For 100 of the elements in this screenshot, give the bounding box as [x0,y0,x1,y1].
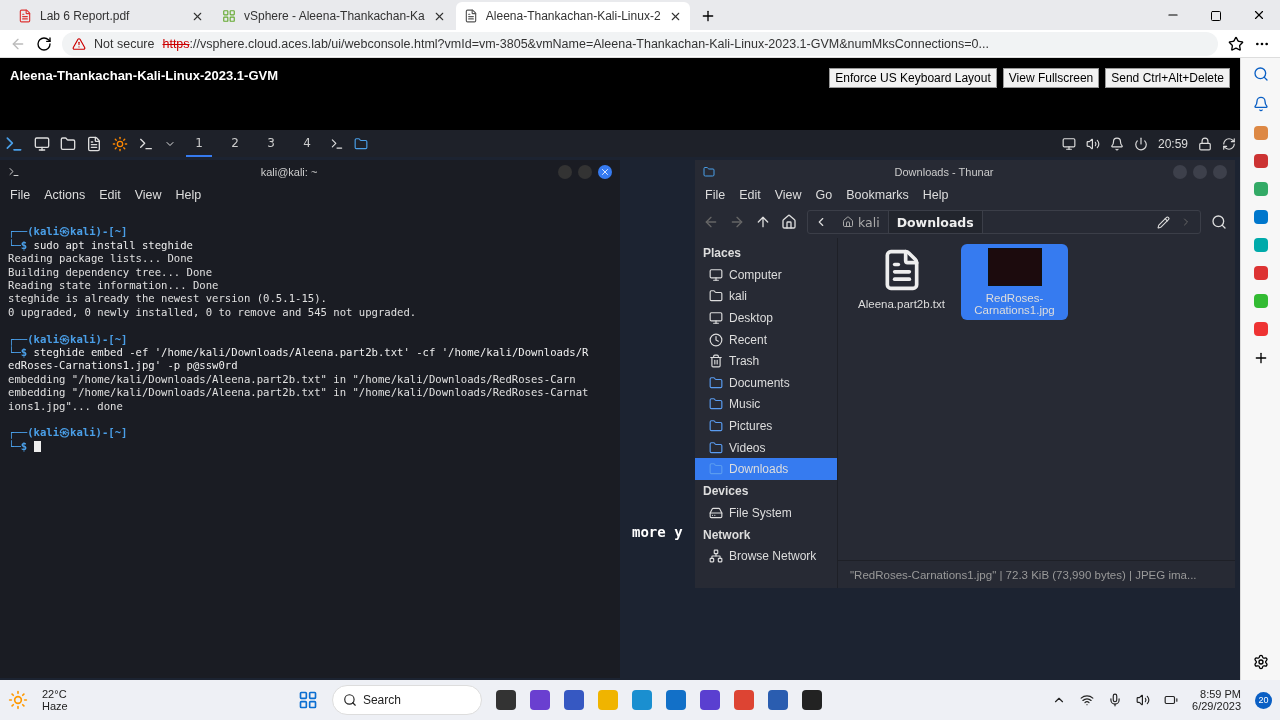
bell-icon[interactable] [1109,136,1124,151]
place-item[interactable]: File System [695,501,837,524]
console-title: Aleena-Thankachan-Kali-Linux-2023.1-GVM [10,68,278,83]
place-item[interactable]: Browse Network [695,545,837,568]
folder-icon [709,440,723,455]
console-button[interactable]: View Fullscreen [1002,68,1100,88]
editor-icon[interactable] [86,135,102,152]
document-tile[interactable]: Aleena.part2b.txt [848,244,955,314]
sidebar-app-icon[interactable] [1253,182,1268,196]
menu-item[interactable]: Help [922,188,949,202]
sidebar-app-icon[interactable] [1253,266,1268,280]
close-icon [600,167,610,177]
folder-icon [709,397,723,412]
warning-icon [72,36,86,51]
power-icon[interactable] [1133,136,1148,151]
output-line: Building dependency tree... Done [8,265,214,279]
search-icon[interactable] [1252,66,1269,82]
browser-tab[interactable]: vSphere - Aleena-Thankachan-Ka [214,2,454,30]
back-icon[interactable] [703,214,719,230]
sidebar-app-icon[interactable] [1253,322,1268,336]
place-item[interactable]: Videos [695,436,837,459]
path-crumb[interactable]: Downloads [888,211,983,233]
microphone-icon[interactable] [1108,693,1123,707]
folder-icon [709,418,723,433]
output-line: Reading package lists... Done [8,252,194,266]
menu-item[interactable]: Go [815,188,833,202]
workspace-button[interactable]: 2 [222,130,248,157]
menu-item[interactable]: File [10,188,31,202]
place-item[interactable]: Trash [695,350,837,372]
folder-task-icon[interactable] [354,136,368,151]
network-icon[interactable] [1080,693,1095,707]
close-icon[interactable] [1252,8,1266,22]
taskbar-app-icon[interactable] [801,690,822,710]
workspace-button[interactable]: 1 [186,130,212,157]
prompt-line: ┌──(kali㉿kali)-[~] [8,426,129,440]
display-icon[interactable] [1061,136,1076,151]
output-line: steghide is already the newest version (0.5.1-15). [8,292,328,306]
lock-icon[interactable] [1198,136,1212,151]
favorite-icon[interactable] [1228,35,1244,52]
battery-icon[interactable] [1164,693,1179,707]
prompt-line: ┌──(kali㉿kali)-[~] [8,332,129,347]
taskbar-app-icon[interactable] [699,690,720,710]
folder-icon[interactable] [60,135,76,152]
menu-item[interactable]: Help [175,188,202,202]
sidebar-app-icon[interactable] [1253,126,1268,140]
sidebar-app-icon[interactable] [1253,154,1268,168]
search-icon[interactable] [1211,214,1227,230]
section-title: Network [702,526,752,544]
forward-icon[interactable] [729,214,745,230]
folder-icon [709,375,723,390]
place-item[interactable]: Desktop [695,307,837,329]
menu-item[interactable]: View [134,188,162,202]
place-item[interactable]: Computer [695,264,837,286]
security-label: Not secure [94,36,155,51]
menu-item[interactable]: Edit [739,188,761,202]
up-icon[interactable] [755,214,771,230]
reload-icon[interactable] [36,35,52,52]
output-line: embedding "/home/kali/Downloads/Aleena.part2b.txt" in "/home/kali/Downloads/RedRoses-Carn [8,372,577,387]
terminal-task-icon[interactable] [330,136,344,151]
console-button[interactable]: Enforce US Keyboard Layout [829,68,997,88]
place-item[interactable]: kali [695,285,837,308]
volume-icon[interactable] [1136,693,1151,707]
menu-item[interactable]: Actions [44,188,86,202]
browser-tab[interactable]: Lab 6 Report.pdf [10,2,212,30]
edit-icon[interactable] [1157,215,1170,229]
start-icon[interactable] [297,690,318,710]
sidebar-app-icon[interactable] [1253,238,1268,252]
search-field[interactable]: Search [331,685,482,715]
refresh-icon[interactable] [1222,136,1236,151]
output-line: 0 upgraded, 0 newly installed, 0 to remove and 545 not upgraded. [8,305,418,320]
workspace-button[interactable]: 3 [258,130,284,157]
place-item[interactable]: Pictures [695,415,837,437]
taskbar-app-icon[interactable] [495,690,516,710]
maximize-icon[interactable] [1210,10,1222,22]
notification-badge[interactable]: 20 [1255,691,1272,709]
volume-icon[interactable] [1085,136,1100,151]
menu-item[interactable]: File [705,188,726,202]
settings-icon[interactable] [1252,654,1269,670]
menu-item[interactable]: View [774,188,802,202]
place-item[interactable]: Music [695,393,837,416]
place-item[interactable]: Documents [695,371,837,394]
network-icon [709,549,723,564]
recent-icon [709,332,723,347]
address-bar[interactable]: Not secure https://vsphere.cloud.aces.lab/ui/webconsole.html?vmId=vm-3805&vmName=Aleena-Thankachan-Kali-Linux-2023.1-GVM&numMksConnections=0... [62,31,1218,56]
output-line: Reading state information... Done [8,279,220,293]
workspace-button[interactable]: 4 [294,130,320,157]
close-button[interactable] [598,165,612,179]
bell-icon[interactable] [1252,96,1269,112]
command-line: └─$ sudo apt install steghide [8,238,194,253]
sidebar-app-icon[interactable] [1253,210,1268,224]
menu-item[interactable]: Bookmarks [846,188,909,202]
menu-item[interactable]: Edit [99,188,121,202]
image-thumbnail [987,248,1042,286]
window-title: Downloads - Thunar [894,166,994,178]
desktop-icon[interactable] [34,135,50,152]
clock-time: 8:59 PM [1200,688,1241,700]
path-crumb[interactable]: kali [834,211,889,233]
browser-tab[interactable]: Aleena-Thankachan-Kali-Linux-2 [455,2,690,30]
console-button[interactable]: Send Ctrl+Alt+Delete [1105,68,1230,88]
place-item[interactable]: Recent [695,328,837,351]
